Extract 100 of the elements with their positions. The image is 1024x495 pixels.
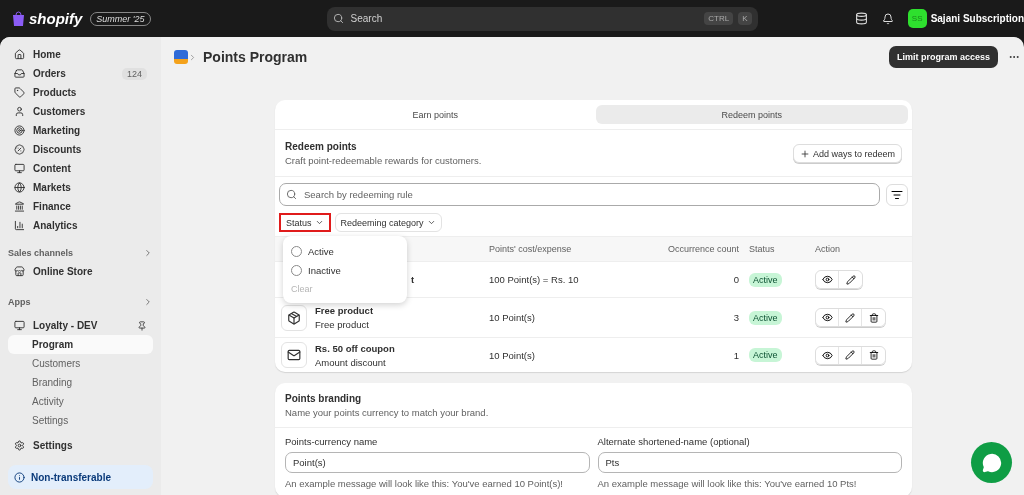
- tag-icon: [14, 87, 25, 98]
- field-hint: An example message will look like this: You've earned 10 Point(s)!: [285, 478, 564, 489]
- chat-button[interactable]: [971, 442, 1012, 483]
- view-button[interactable]: [816, 346, 839, 364]
- pencil-icon: [845, 350, 855, 360]
- database-icon[interactable]: [854, 12, 868, 25]
- info-icon: [14, 471, 25, 483]
- chevron-down-icon: [314, 218, 324, 227]
- radio-option[interactable]: Inactive: [291, 261, 399, 280]
- section-heading: Apps: [8, 296, 31, 307]
- limit-access-button[interactable]: Limit program access: [888, 46, 998, 68]
- chevron-right-icon: [188, 52, 197, 62]
- search-field[interactable]: Search by redeeming rule: [279, 183, 880, 206]
- sidebar-item[interactable]: Orders 124: [8, 64, 153, 83]
- eye-icon: [821, 312, 833, 323]
- text-field[interactable]: Pts: [597, 452, 902, 473]
- sidebar-subitem[interactable]: Settings: [8, 411, 153, 430]
- trash-icon: [868, 312, 879, 323]
- text-field[interactable]: Point(s): [285, 452, 590, 473]
- tab[interactable]: Redeem points: [595, 105, 908, 124]
- sidebar-item[interactable]: Finance: [8, 197, 153, 216]
- sidebar-item[interactable]: Analytics: [8, 216, 153, 235]
- target-icon: [14, 125, 25, 136]
- sidebar-subitem[interactable]: Customers: [8, 354, 153, 373]
- table-cell-text: 1: [732, 349, 740, 361]
- table-cell-text: 10 Point(s): [489, 349, 536, 361]
- pin-icon[interactable]: [137, 320, 147, 331]
- chat-icon: [981, 452, 1002, 473]
- chevron-down-icon: [426, 218, 436, 227]
- person-icon: [14, 106, 25, 117]
- search-input[interactable]: Search: [348, 12, 700, 25]
- sidebar-item[interactable]: Discounts: [8, 140, 153, 159]
- sidebar-item[interactable]: Home: [8, 45, 153, 64]
- plus-icon: [799, 148, 810, 159]
- column-header: Status: [749, 244, 776, 254]
- search-field[interactable]: Search CTRL K: [326, 6, 758, 31]
- field-hint: An example message will look like this: You've earned 10 Pts!: [597, 478, 858, 489]
- notice-text: Non-transferable: [31, 471, 111, 483]
- add-ways-button[interactable]: Add ways to redeem: [792, 144, 902, 163]
- brand-name: shopify: [29, 10, 83, 27]
- sidebar-subitem[interactable]: Program: [8, 335, 153, 354]
- sidebar-subitem[interactable]: Branding: [8, 373, 153, 392]
- table-cell-text: 3: [732, 312, 740, 323]
- sidebar-item[interactable]: Products: [8, 83, 153, 102]
- inbox-icon: [14, 68, 25, 79]
- filter-icon: [891, 188, 903, 201]
- search-input[interactable]: Search by redeeming rule: [302, 188, 873, 201]
- filter-button[interactable]: [886, 183, 908, 206]
- bell-icon[interactable]: [881, 12, 894, 25]
- sidebar-subitem[interactable]: Activity: [8, 392, 153, 411]
- page-title: Points Program: [203, 49, 308, 65]
- store-name[interactable]: Sajani Subscription: [930, 13, 1024, 24]
- table-cell-text: 100 Point(s) = Rs. 10: [489, 274, 580, 285]
- shortcut-key: K: [738, 12, 752, 25]
- pencil-icon: [845, 312, 855, 323]
- status-badge: Active: [749, 310, 782, 325]
- eye-icon: [821, 349, 833, 361]
- column-header: Points' cost/expense: [489, 244, 573, 254]
- table-cell-text: 0: [732, 274, 740, 285]
- sidebar-item[interactable]: Markets: [8, 178, 153, 197]
- monitor-icon: [14, 163, 25, 174]
- filter-chip[interactable]: Redeeming category: [334, 213, 442, 232]
- filter-chip[interactable]: Status: [279, 213, 331, 232]
- status-badge: Active: [749, 348, 782, 362]
- rule-title: Rs. 50 off coupon: [315, 342, 395, 354]
- rule-title: Free product: [315, 305, 374, 316]
- column-header: Action: [815, 244, 841, 254]
- section-subtitle: Name your points currency to match your brand.: [285, 407, 489, 418]
- section-title: Points branding: [285, 393, 363, 404]
- pencil-icon: [845, 274, 856, 285]
- sidebar-item[interactable]: Loyalty - DEV: [8, 316, 153, 335]
- app-logo-icon: [174, 50, 188, 64]
- sidebar-item[interactable]: Settings: [8, 436, 153, 455]
- bar-chart-icon: [14, 220, 25, 231]
- section-heading: Sales channels: [8, 247, 74, 258]
- shopping-bag-icon: [12, 11, 25, 26]
- view-button[interactable]: [816, 309, 839, 326]
- sidebar-item[interactable]: Marketing: [8, 121, 153, 140]
- bank-icon: [14, 201, 25, 212]
- sidebar-item[interactable]: Customers: [8, 102, 153, 121]
- view-button[interactable]: [816, 271, 839, 288]
- rule-type: Free product: [315, 319, 370, 330]
- radio-option[interactable]: Active: [291, 242, 399, 261]
- home-icon: [14, 49, 25, 60]
- sidebar-item[interactable]: Content: [8, 159, 153, 178]
- box-icon: [281, 304, 307, 331]
- search-icon: [286, 189, 297, 200]
- status-badge: Active: [749, 272, 782, 287]
- rule-title: t: [411, 274, 415, 285]
- section-title: Redeem points: [285, 141, 358, 152]
- sidebar-item[interactable]: Online Store: [8, 262, 153, 281]
- count-badge: 124: [121, 67, 147, 80]
- tab[interactable]: Earn points: [279, 105, 592, 124]
- settings-icon: [14, 440, 25, 451]
- search-icon: [332, 13, 344, 24]
- globe-icon: [14, 182, 25, 193]
- shortcut-key: CTRL: [704, 12, 734, 25]
- field-label: Points-currency name: [285, 436, 379, 447]
- trash-icon: [868, 350, 879, 360]
- envelope-icon: [281, 342, 307, 368]
